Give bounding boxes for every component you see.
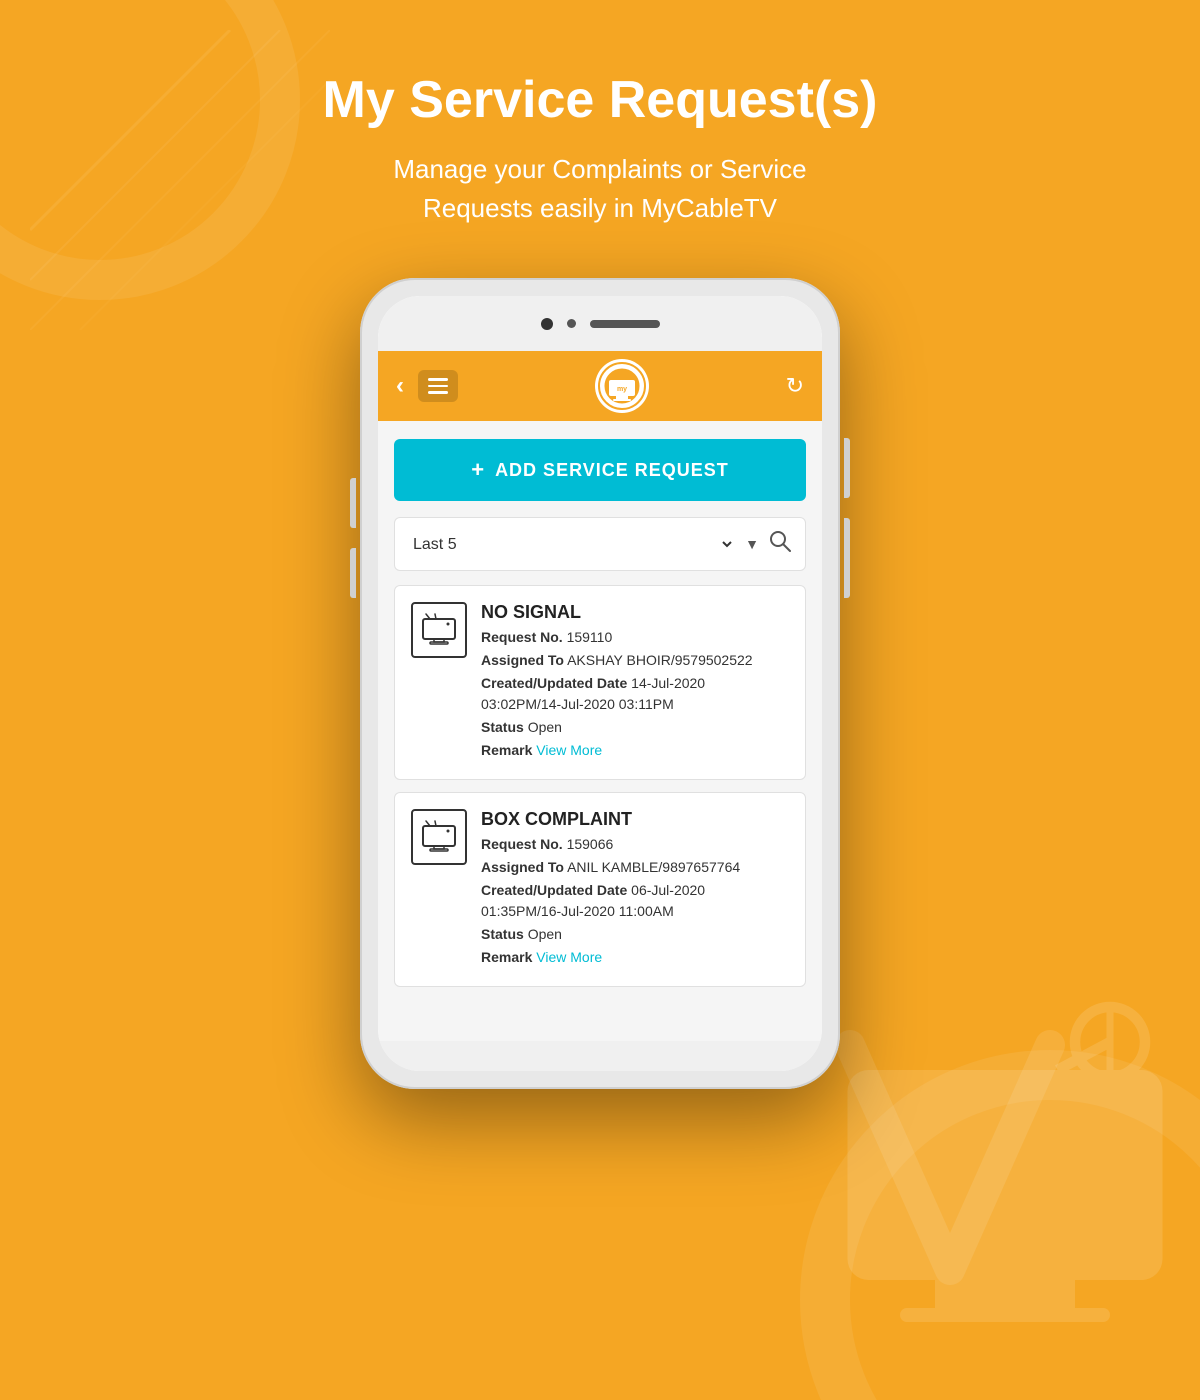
card-details-2: BOX COMPLAINT Request No. 159066 Assigne…	[481, 809, 789, 970]
card-request-no-1: Request No. 159110	[481, 627, 789, 648]
card-status-2: Status Open	[481, 924, 789, 945]
add-service-request-button[interactable]: + ADD SERVICE REQUEST	[394, 439, 806, 501]
card-request-no-2: Request No. 159066	[481, 834, 789, 855]
camera-lens	[541, 318, 553, 330]
card-title-1: NO SIGNAL	[481, 602, 789, 623]
card-status-1: Status Open	[481, 717, 789, 738]
remark-label-1: Remark	[481, 742, 532, 758]
request-no-label-1: Request No.	[481, 629, 563, 645]
phone-top-bar	[378, 296, 822, 351]
volume-button	[844, 518, 850, 598]
card-title-2: BOX COMPLAINT	[481, 809, 789, 830]
card-assigned-1: Assigned To AKSHAY BHOIR/9579502522	[481, 650, 789, 671]
card-assigned-2: Assigned To ANIL KAMBLE/9897657764	[481, 857, 789, 878]
menu-button[interactable]	[418, 370, 458, 402]
menu-line-3	[428, 391, 448, 394]
refresh-button[interactable]: ↻	[786, 373, 804, 399]
card-created-2: Created/Updated Date 06-Jul-2020 01:35PM…	[481, 880, 789, 922]
svg-text:my: my	[617, 386, 627, 393]
back-button[interactable]: ‹	[396, 374, 404, 398]
view-more-link-1[interactable]: View More	[536, 742, 602, 758]
service-card-1: NO SIGNAL Request No. 159110 Assigned To…	[394, 585, 806, 780]
card-details-1: NO SIGNAL Request No. 159110 Assigned To…	[481, 602, 789, 763]
filter-row: Last 5 Last 10 Last 20 All ▼	[394, 517, 806, 571]
card-icon-2	[411, 809, 467, 865]
page-subtitle: Manage your Complaints or ServiceRequest…	[0, 150, 1200, 228]
menu-line-2	[428, 385, 448, 388]
service-card-2: BOX COMPLAINT Request No. 159066 Assigne…	[394, 792, 806, 987]
phone-screen: ‹ my	[378, 296, 822, 1071]
logo-inner: my	[598, 362, 646, 410]
assigned-label-1: Assigned To	[481, 652, 564, 668]
filter-arrow-icon: ▼	[745, 536, 759, 552]
volume-down-button	[350, 548, 356, 598]
speaker-bar	[590, 320, 660, 328]
volume-up-button	[350, 478, 356, 528]
phone-body: ‹ my	[360, 278, 840, 1089]
card-icon-1	[411, 602, 467, 658]
page-header: My Service Request(s) Manage your Compla…	[0, 0, 1200, 228]
app-header: ‹ my	[378, 351, 822, 421]
page-title: My Service Request(s)	[0, 70, 1200, 130]
plus-icon: +	[471, 457, 485, 483]
card-created-1: Created/Updated Date 14-Jul-2020 03:02PM…	[481, 673, 789, 715]
search-button[interactable]	[769, 530, 791, 558]
power-button	[844, 438, 850, 498]
app-header-left: ‹	[396, 370, 458, 402]
phone-bottom-bar	[378, 1041, 822, 1071]
created-label-2: Created/Updated Date	[481, 882, 627, 898]
request-no-label-2: Request No.	[481, 836, 563, 852]
remark-label-2: Remark	[481, 949, 532, 965]
phone-mockup: ‹ my	[0, 278, 1200, 1089]
status-label-1: Status	[481, 719, 524, 735]
app-content: + ADD SERVICE REQUEST Last 5 Last 10 Las…	[378, 421, 822, 1041]
assigned-label-2: Assigned To	[481, 859, 564, 875]
card-remark-2: Remark View More	[481, 947, 789, 968]
card-remark-1: Remark View More	[481, 740, 789, 761]
view-more-link-2[interactable]: View More	[536, 949, 602, 965]
status-label-2: Status	[481, 926, 524, 942]
menu-line-1	[428, 378, 448, 381]
created-label-1: Created/Updated Date	[481, 675, 627, 691]
add-service-request-label: ADD SERVICE REQUEST	[495, 460, 729, 481]
app-logo: my	[595, 359, 649, 413]
filter-select[interactable]: Last 5 Last 10 Last 20 All	[409, 535, 735, 554]
sensor-dot	[567, 319, 576, 328]
